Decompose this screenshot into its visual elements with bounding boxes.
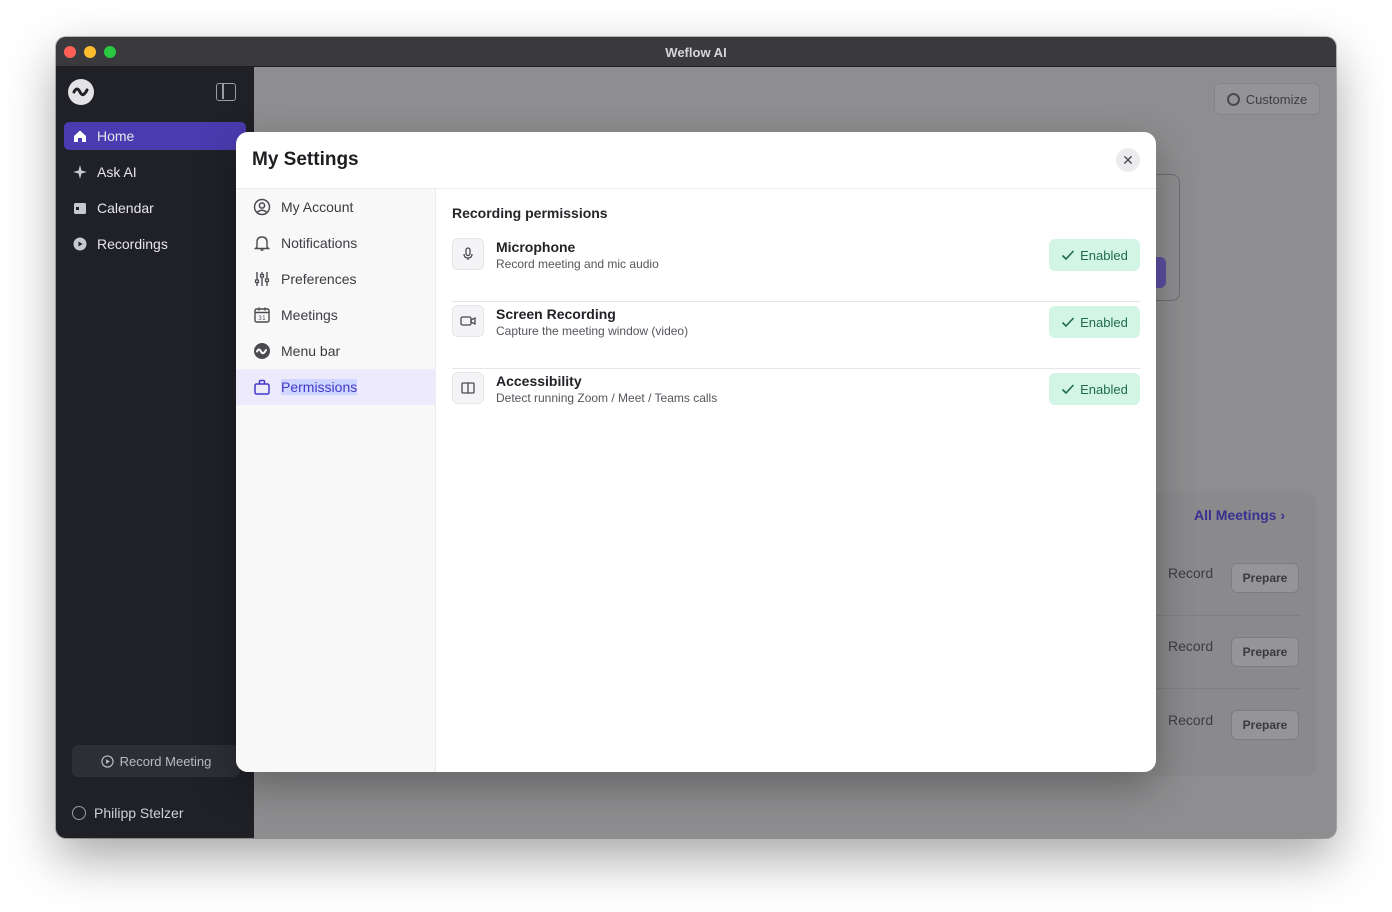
record-link[interactable]: Record xyxy=(1168,712,1213,728)
record-meeting-button[interactable]: Record Meeting xyxy=(72,745,240,777)
close-icon: ✕ xyxy=(1122,151,1134,168)
section-title: Recording permissions xyxy=(452,205,608,221)
permission-description: Record meeting and mic audio xyxy=(496,257,659,271)
play-circle-icon xyxy=(100,754,114,768)
settings-nav-my-account[interactable]: My Account xyxy=(236,189,436,225)
enabled-status-button[interactable]: Enabled xyxy=(1049,239,1140,271)
enabled-status-button[interactable]: Enabled xyxy=(1049,373,1140,405)
sidebar-item-calendar[interactable]: Calendar xyxy=(64,194,246,222)
window-title: Weflow AI xyxy=(665,45,727,60)
briefcase-icon xyxy=(253,378,271,396)
all-meetings-label: All Meetings xyxy=(1194,507,1277,523)
prepare-button[interactable]: Prepare xyxy=(1231,637,1299,667)
modal-header: My Settings ✕ xyxy=(236,132,1156,189)
sparkle-icon xyxy=(73,165,87,179)
sidebar-item-recordings[interactable]: Recordings xyxy=(64,230,246,258)
sidebar-item-label: Calendar xyxy=(97,200,154,216)
user-profile[interactable]: Philipp Stelzer xyxy=(72,805,184,821)
user-circle-icon xyxy=(72,806,86,820)
sidebar-item-label: Recordings xyxy=(97,236,168,252)
columns-icon xyxy=(452,372,484,404)
settings-nav-meetings[interactable]: 31 Meetings xyxy=(236,297,436,333)
record-link[interactable]: Record xyxy=(1168,638,1213,654)
prepare-button[interactable]: Prepare xyxy=(1231,563,1299,593)
close-button[interactable]: ✕ xyxy=(1116,148,1140,172)
sliders-icon xyxy=(253,270,271,288)
checkmark-icon xyxy=(1062,384,1075,395)
permission-description: Capture the meeting window (video) xyxy=(496,324,689,338)
sidebar-item-label: Ask AI xyxy=(97,164,137,180)
weflow-logo-icon xyxy=(253,342,271,360)
customize-label: Customize xyxy=(1245,91,1308,107)
calendar-icon xyxy=(73,201,87,215)
user-name: Philipp Stelzer xyxy=(94,805,184,821)
settings-nav-permissions[interactable]: Permissions xyxy=(236,369,436,405)
permission-name: Accessibility xyxy=(496,373,582,389)
svg-text:31: 31 xyxy=(258,315,266,322)
user-circle-icon xyxy=(253,198,271,216)
chevron-right-icon: › xyxy=(1280,507,1286,523)
divider xyxy=(1154,615,1300,616)
permission-description: Detect running Zoom / Meet / Teams calls xyxy=(496,391,718,405)
video-camera-icon xyxy=(452,305,484,337)
bell-icon xyxy=(253,234,271,252)
settings-nav-label: Permissions xyxy=(281,379,358,395)
calendar-31-icon: 31 xyxy=(253,306,271,324)
weflow-logo-icon xyxy=(68,79,94,105)
sidebar-item-label: Home xyxy=(97,128,135,144)
permission-row-accessibility: Accessibility Detect running Zoom / Meet… xyxy=(452,369,1140,436)
customize-button[interactable]: Customize xyxy=(1214,83,1320,115)
sidebar-collapse-icon[interactable] xyxy=(216,83,236,101)
microphone-icon xyxy=(452,238,484,270)
all-meetings-link[interactable]: All Meetings › xyxy=(1194,507,1285,523)
settings-nav-notifications[interactable]: Notifications xyxy=(236,225,436,261)
settings-nav: My Account Notifications Preferences 31 … xyxy=(236,189,436,772)
status-label: Enabled xyxy=(1080,247,1128,263)
title-bar: Weflow AI xyxy=(56,37,1336,67)
settings-nav-label: Notifications xyxy=(281,235,358,251)
sidebar: Home Ask AI Calendar Recordings Record M… xyxy=(56,67,254,838)
settings-nav-label: Preferences xyxy=(281,271,357,287)
prepare-button[interactable]: Prepare xyxy=(1231,710,1299,740)
checkmark-icon xyxy=(1062,250,1075,261)
settings-nav-label: Meetings xyxy=(281,307,338,323)
status-label: Enabled xyxy=(1080,381,1128,397)
record-meeting-label: Record Meeting xyxy=(119,753,212,769)
settings-nav-label: My Account xyxy=(281,199,354,215)
permission-name: Microphone xyxy=(496,239,576,255)
home-icon xyxy=(73,129,87,143)
gear-icon xyxy=(1226,92,1240,106)
settings-nav-preferences[interactable]: Preferences xyxy=(236,261,436,297)
permission-row-microphone: Microphone Record meeting and mic audio … xyxy=(452,235,1140,302)
play-circle-icon xyxy=(73,237,87,251)
permission-row-screen-recording: Screen Recording Capture the meeting win… xyxy=(452,302,1140,369)
settings-nav-label: Menu bar xyxy=(281,343,341,359)
settings-nav-menu-bar[interactable]: Menu bar xyxy=(236,333,436,369)
enabled-status-button[interactable]: Enabled xyxy=(1049,306,1140,338)
checkmark-icon xyxy=(1062,317,1075,328)
permission-name: Screen Recording xyxy=(496,306,616,322)
sidebar-item-ask-ai[interactable]: Ask AI xyxy=(64,158,246,186)
sidebar-item-home[interactable]: Home xyxy=(64,122,246,150)
settings-modal: My Settings ✕ My Account Notifications P… xyxy=(236,132,1156,772)
record-link[interactable]: Record xyxy=(1168,565,1213,581)
divider xyxy=(1154,688,1300,689)
modal-title: My Settings xyxy=(252,149,359,170)
status-label: Enabled xyxy=(1080,314,1128,330)
